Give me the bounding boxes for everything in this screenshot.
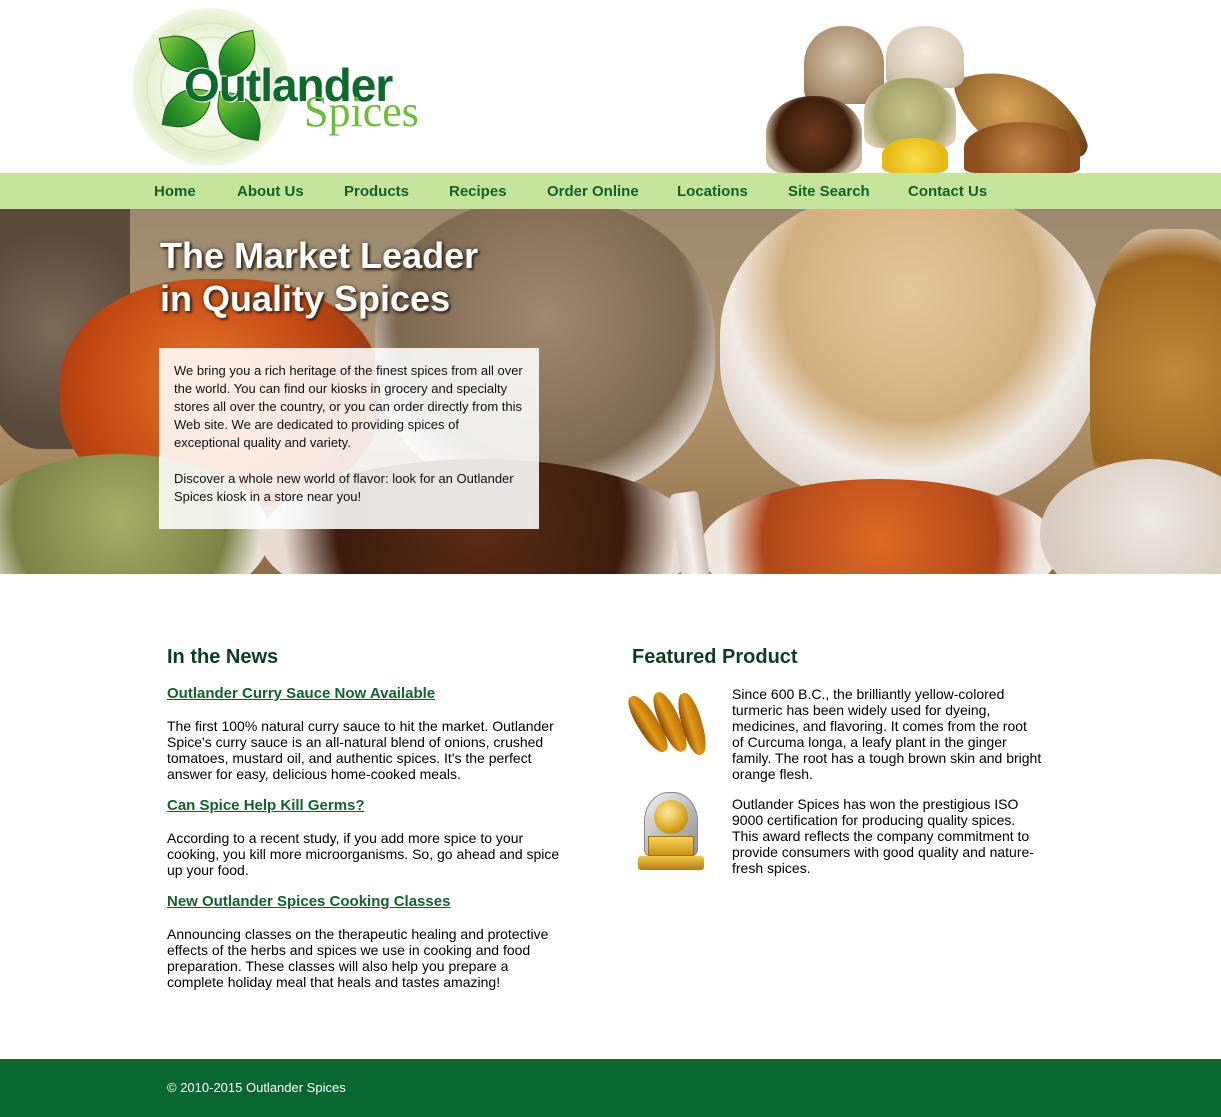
- spice-bag: [882, 138, 948, 173]
- spice-bowl: [964, 122, 1080, 173]
- nav-about-us[interactable]: About Us: [237, 183, 304, 200]
- news-heading: In the News: [167, 646, 279, 668]
- award-plate: [648, 836, 694, 856]
- nav-site-search[interactable]: Site Search: [788, 183, 870, 200]
- news-text-cooking-classes: Announcing classes on the therapeutic he…: [167, 926, 549, 990]
- turmeric-icon: [622, 688, 711, 758]
- nav-locations[interactable]: Locations: [677, 183, 748, 200]
- nav-products[interactable]: Products: [344, 183, 409, 200]
- news-text-curry-sauce: The first 100% natural curry sauce to hi…: [167, 718, 554, 782]
- site-header: Outlander Spices: [0, 0, 1221, 188]
- nav-recipes[interactable]: Recipes: [449, 183, 507, 200]
- spice-bags-image: [766, 26, 1091, 188]
- news-text-kill-germs: According to a recent study, if you add …: [167, 830, 560, 878]
- brand-logo[interactable]: Outlander Spices: [132, 8, 442, 166]
- main-nav: Home About Us Products Recipes Order Onl…: [0, 173, 1221, 209]
- hero-banner: The Market Leader in Quality Spices We b…: [0, 209, 1221, 574]
- hero-title-line-1: The Market Leader: [160, 235, 479, 276]
- nav-home[interactable]: Home: [154, 183, 196, 200]
- site-footer: © 2010-2015 Outlander Spices: [0, 1059, 1221, 1117]
- hero-title: The Market Leader in Quality Spices: [160, 234, 478, 320]
- featured-text-turmeric: Since 600 B.C., the brilliantly yellow-c…: [732, 686, 1042, 782]
- hero-paragraph-2: Discover a whole new world of flavor: lo…: [174, 471, 514, 504]
- spice-bag: [766, 96, 862, 173]
- logo-wordmark-secondary: Spices: [304, 87, 419, 136]
- spice-sack-ground: [720, 209, 1100, 509]
- hero-title-line-2: in Quality Spices: [160, 278, 451, 319]
- iso-award-icon: [636, 792, 706, 874]
- featured-text-iso-award: Outlander Spices has won the prestigious…: [732, 796, 1034, 876]
- featured-heading: Featured Product: [632, 646, 798, 668]
- news-link-cooking-classes[interactable]: New Outlander Spices Cooking Classes: [167, 893, 450, 911]
- news-link-curry-sauce[interactable]: Outlander Curry Sauce Now Available: [167, 685, 435, 703]
- news-link-kill-germs[interactable]: Can Spice Help Kill Germs?: [167, 797, 365, 815]
- hero-paragraph-1: We bring you a rich heritage of the fine…: [174, 363, 523, 450]
- nav-order-online[interactable]: Order Online: [547, 183, 639, 200]
- footer-copyright: © 2010-2015 Outlander Spices: [167, 1080, 346, 1095]
- award-base: [638, 856, 704, 870]
- hero-intro-box: We bring you a rich heritage of the fine…: [159, 348, 539, 529]
- award-medal: [654, 800, 688, 834]
- nav-contact-us[interactable]: Contact Us: [908, 183, 987, 200]
